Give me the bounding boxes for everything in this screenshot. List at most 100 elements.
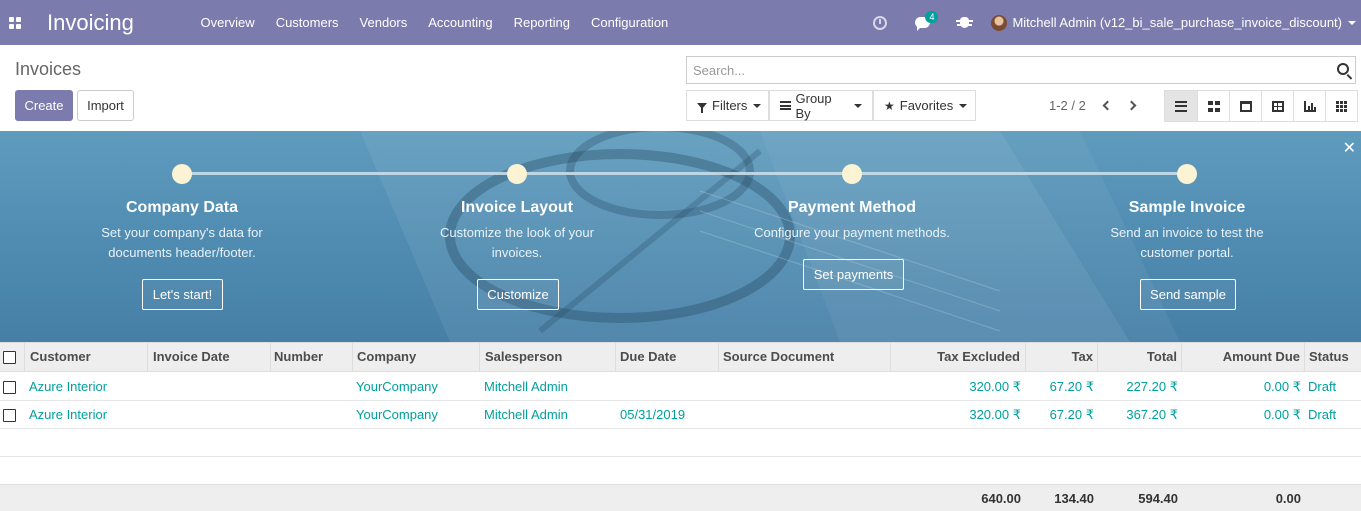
cell-amount-due: 0.00 ₹ bbox=[1263, 407, 1301, 422]
step-dot bbox=[842, 164, 862, 184]
cell-customer: Azure Interior bbox=[29, 407, 108, 422]
col-total[interactable]: Total bbox=[1097, 343, 1177, 371]
systray: 4 Mitchell Admin (v12_bi_sale_purchase_i… bbox=[859, 0, 1361, 45]
cell-status: Draft bbox=[1308, 379, 1337, 394]
graph-view-icon[interactable] bbox=[1293, 91, 1325, 121]
group-by-bars-icon bbox=[780, 101, 791, 110]
chevron-down-icon bbox=[959, 103, 968, 108]
step-company-data: Company Data Set your company's data for… bbox=[62, 164, 302, 263]
import-button[interactable]: Import bbox=[77, 90, 134, 121]
cell-status: Draft bbox=[1308, 407, 1337, 422]
set-payments-button[interactable]: Set payments bbox=[803, 259, 904, 290]
menu-customers[interactable]: Customers bbox=[265, 0, 349, 45]
step-dot bbox=[1177, 164, 1197, 184]
cell-company: YourCompany bbox=[356, 379, 438, 394]
close-icon[interactable]: ✕ bbox=[1343, 141, 1356, 157]
empty-row bbox=[0, 429, 1361, 457]
filters-label: Filters bbox=[712, 98, 748, 113]
col-customer[interactable]: Customer bbox=[30, 343, 91, 371]
calendar-view-icon[interactable] bbox=[1229, 91, 1261, 121]
menu-accounting[interactable]: Accounting bbox=[418, 0, 503, 45]
col-due-date[interactable]: Due Date bbox=[620, 343, 676, 371]
col-invoice-date[interactable]: Invoice Date bbox=[153, 343, 230, 371]
onboarding-banner: ✕ Company Data Set your company's data f… bbox=[0, 131, 1361, 342]
activity-clock-icon[interactable] bbox=[859, 0, 901, 45]
menu-configuration[interactable]: Configuration bbox=[580, 0, 678, 45]
col-salesperson[interactable]: Salesperson bbox=[485, 343, 562, 371]
debug-bug-icon[interactable] bbox=[943, 0, 985, 45]
filter-funnel-icon bbox=[697, 102, 707, 113]
grid-view-icon[interactable] bbox=[1325, 91, 1357, 121]
table-totals-row: 640.00 134.40 594.40 0.00 bbox=[0, 484, 1361, 511]
col-company[interactable]: Company bbox=[357, 343, 416, 371]
pivot-view-icon[interactable] bbox=[1261, 91, 1293, 121]
cell-salesperson: Mitchell Admin bbox=[484, 407, 568, 422]
search-bar bbox=[686, 56, 1356, 84]
menu-overview[interactable]: Overview bbox=[190, 0, 265, 45]
messages-chat-icon[interactable]: 4 bbox=[901, 0, 943, 45]
select-all-checkbox[interactable] bbox=[3, 351, 16, 364]
cell-total: 367.20 ₹ bbox=[1126, 407, 1178, 422]
menu-reporting[interactable]: Reporting bbox=[503, 0, 580, 45]
total-amount-due: 0.00 bbox=[1275, 491, 1301, 506]
total-tax-excluded: 640.00 bbox=[981, 491, 1021, 506]
total-total: 594.40 bbox=[1138, 491, 1178, 506]
table-row[interactable]: Azure Interior YourCompany Mitchell Admi… bbox=[0, 373, 1361, 401]
col-source-document[interactable]: Source Document bbox=[723, 343, 834, 371]
messages-count-badge: 4 bbox=[925, 11, 939, 23]
main-menu: Overview Customers Vendors Accounting Re… bbox=[190, 0, 679, 45]
step-description: Set your company's data for documents hea… bbox=[101, 225, 263, 260]
step-dot bbox=[507, 164, 527, 184]
col-amount-due[interactable]: Amount Due bbox=[1181, 343, 1300, 371]
view-switcher bbox=[1164, 90, 1358, 122]
row-checkbox[interactable] bbox=[3, 409, 16, 422]
customize-button[interactable]: Customize bbox=[477, 279, 559, 310]
kanban-view-icon[interactable] bbox=[1197, 91, 1229, 121]
step-payment-method: Payment Method Configure your payment me… bbox=[732, 164, 972, 243]
chevron-down-icon bbox=[1348, 20, 1356, 25]
step-title: Company Data bbox=[125, 199, 239, 216]
page-title: Invoices bbox=[15, 59, 82, 79]
search-input[interactable] bbox=[687, 57, 1307, 83]
user-menu[interactable]: Mitchell Admin (v12_bi_sale_purchase_inv… bbox=[985, 0, 1361, 45]
top-navbar: Invoicing Overview Customers Vendors Acc… bbox=[0, 0, 1361, 45]
lets-start-button[interactable]: Let's start! bbox=[142, 279, 223, 310]
step-sample-invoice: Sample Invoice Send an invoice to test t… bbox=[1067, 164, 1307, 263]
table-header: Customer Invoice Date Number Company Sal… bbox=[0, 342, 1361, 372]
col-status[interactable]: Status bbox=[1309, 343, 1349, 371]
menu-vendors[interactable]: Vendors bbox=[349, 0, 418, 45]
col-number[interactable]: Number bbox=[274, 343, 323, 371]
col-tax-excluded[interactable]: Tax Excluded bbox=[890, 343, 1020, 371]
row-checkbox[interactable] bbox=[3, 381, 16, 394]
cell-salesperson: Mitchell Admin bbox=[484, 379, 568, 394]
apps-menu-icon[interactable] bbox=[0, 0, 30, 45]
cell-total: 227.20 ₹ bbox=[1126, 379, 1178, 394]
cell-tax: 67.20 ₹ bbox=[1049, 379, 1094, 394]
filters-dropdown[interactable]: Filters bbox=[686, 90, 769, 121]
favorites-dropdown[interactable]: ★ Favorites bbox=[873, 90, 976, 121]
list-view-icon[interactable] bbox=[1165, 91, 1197, 121]
cell-customer: Azure Interior bbox=[29, 379, 108, 394]
step-description: Send an invoice to test the customer port… bbox=[1110, 225, 1264, 260]
app-title: Invoicing bbox=[47, 9, 134, 35]
star-icon: ★ bbox=[884, 98, 895, 113]
step-title: Sample Invoice bbox=[1128, 199, 1246, 216]
pager-next-icon[interactable] bbox=[1125, 97, 1141, 113]
chevron-down-icon bbox=[753, 103, 762, 108]
cell-due-date: 05/31/2019 bbox=[620, 407, 686, 422]
search-icon[interactable] bbox=[1337, 63, 1349, 75]
empty-row bbox=[0, 457, 1361, 485]
col-tax[interactable]: Tax bbox=[1025, 343, 1093, 371]
user-name: Mitchell Admin (v12_bi_sale_purchase_inv… bbox=[1012, 15, 1342, 30]
create-button[interactable]: Create bbox=[15, 90, 73, 121]
pager-value[interactable]: 1-2 / 2 bbox=[1049, 98, 1086, 113]
table-row[interactable]: Azure Interior YourCompany Mitchell Admi… bbox=[0, 401, 1361, 429]
send-sample-button[interactable]: Send sample bbox=[1140, 279, 1236, 310]
group-by-dropdown[interactable]: Group By bbox=[769, 90, 873, 121]
cell-tax-excluded: 320.00 ₹ bbox=[969, 379, 1021, 394]
step-title: Payment Method bbox=[787, 199, 916, 216]
onboarding-progress-line bbox=[182, 172, 1188, 175]
pager-previous-icon[interactable] bbox=[1098, 97, 1114, 113]
step-title: Invoice Layout bbox=[460, 199, 574, 216]
avatar bbox=[991, 14, 1008, 31]
